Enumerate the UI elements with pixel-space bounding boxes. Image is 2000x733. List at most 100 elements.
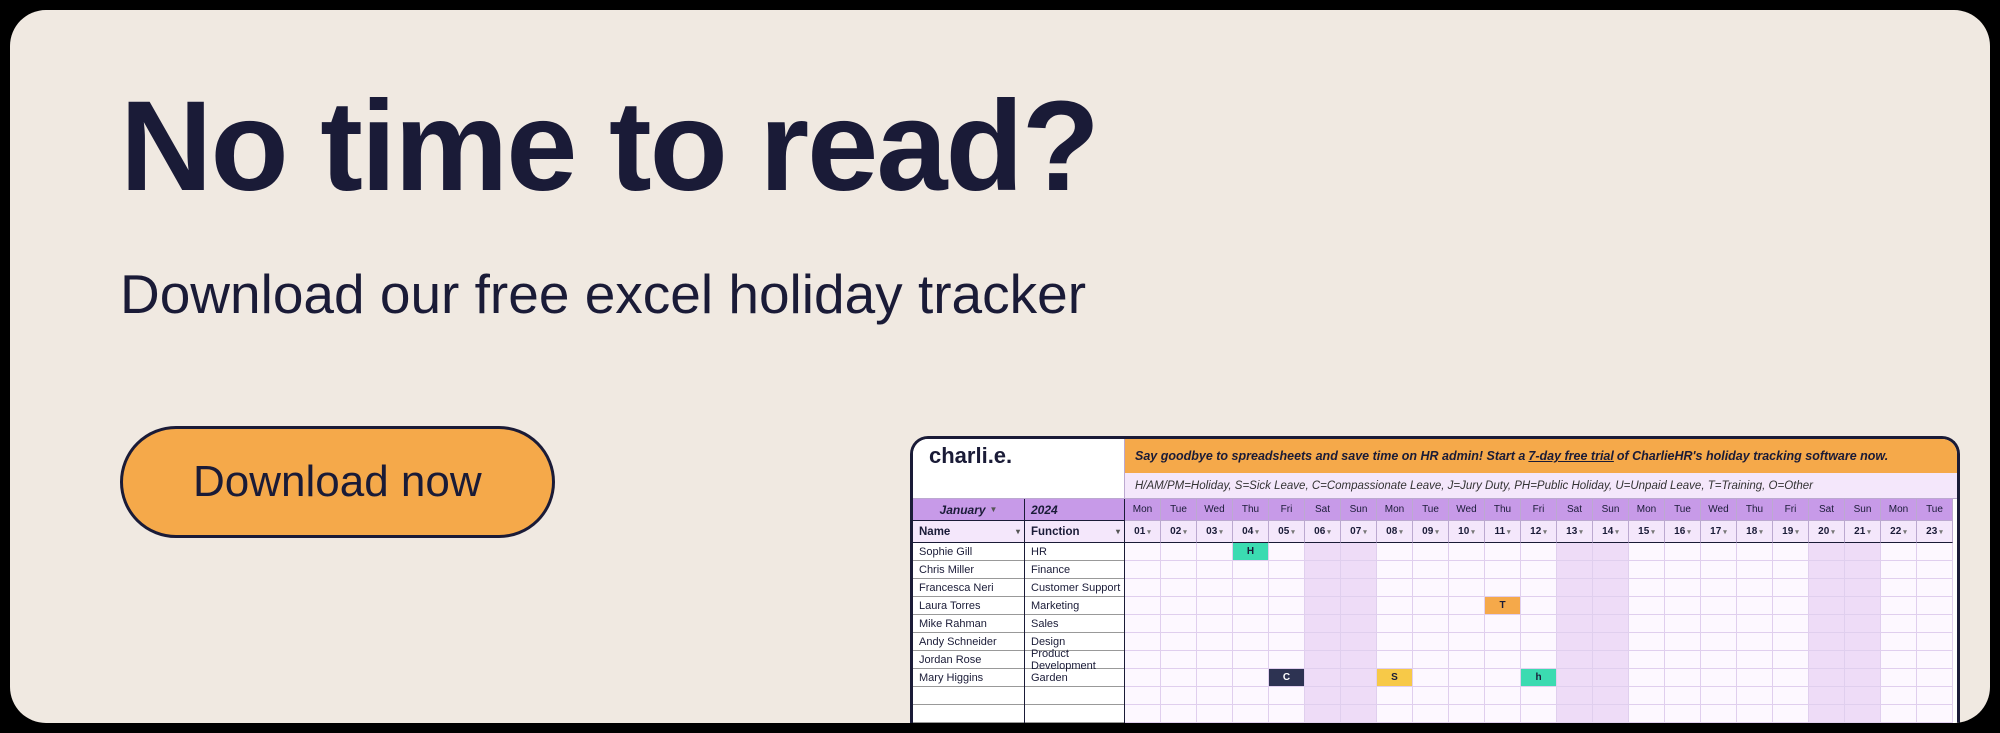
daynum-cell[interactable]: 11▾ bbox=[1485, 521, 1521, 543]
calendar-cell[interactable] bbox=[1305, 561, 1341, 579]
calendar-cell[interactable] bbox=[1881, 705, 1917, 723]
calendar-cell[interactable] bbox=[1413, 705, 1449, 723]
calendar-cell[interactable] bbox=[1737, 543, 1773, 561]
calendar-cell[interactable] bbox=[1629, 579, 1665, 597]
calendar-cell[interactable] bbox=[1341, 615, 1377, 633]
calendar-cell[interactable] bbox=[1665, 615, 1701, 633]
calendar-cell[interactable] bbox=[1737, 669, 1773, 687]
calendar-cell[interactable] bbox=[1845, 615, 1881, 633]
calendar-cell[interactable]: H bbox=[1233, 543, 1269, 561]
daynum-cell[interactable]: 12▾ bbox=[1521, 521, 1557, 543]
calendar-cell[interactable] bbox=[1701, 687, 1737, 705]
calendar-cell[interactable]: C bbox=[1269, 669, 1305, 687]
name-header[interactable]: Name ▾ bbox=[913, 521, 1024, 543]
calendar-cell[interactable] bbox=[1701, 597, 1737, 615]
calendar-cell[interactable] bbox=[1629, 633, 1665, 651]
calendar-cell[interactable] bbox=[1341, 705, 1377, 723]
calendar-cell[interactable] bbox=[1737, 687, 1773, 705]
calendar-cell[interactable] bbox=[1413, 597, 1449, 615]
calendar-cell[interactable] bbox=[1485, 705, 1521, 723]
calendar-cell[interactable] bbox=[1629, 561, 1665, 579]
calendar-cell[interactable] bbox=[1665, 687, 1701, 705]
daynum-cell[interactable]: 15▾ bbox=[1629, 521, 1665, 543]
calendar-cell[interactable] bbox=[1341, 579, 1377, 597]
calendar-cell[interactable] bbox=[1305, 579, 1341, 597]
calendar-cell[interactable] bbox=[1665, 669, 1701, 687]
calendar-cell[interactable] bbox=[1125, 633, 1161, 651]
calendar-cell[interactable] bbox=[1701, 579, 1737, 597]
calendar-cell[interactable] bbox=[1701, 651, 1737, 669]
calendar-cell[interactable] bbox=[1269, 705, 1305, 723]
calendar-cell[interactable] bbox=[1809, 687, 1845, 705]
calendar-cell[interactable] bbox=[1125, 561, 1161, 579]
calendar-cell[interactable] bbox=[1161, 633, 1197, 651]
calendar-cell[interactable] bbox=[1737, 597, 1773, 615]
calendar-cell[interactable] bbox=[1485, 669, 1521, 687]
calendar-cell[interactable]: S bbox=[1377, 669, 1413, 687]
calendar-cell[interactable] bbox=[1233, 651, 1269, 669]
calendar-cell[interactable] bbox=[1485, 615, 1521, 633]
daynum-cell[interactable]: 22▾ bbox=[1881, 521, 1917, 543]
calendar-cell[interactable] bbox=[1665, 543, 1701, 561]
calendar-cell[interactable] bbox=[1737, 651, 1773, 669]
calendar-cell[interactable] bbox=[1557, 669, 1593, 687]
calendar-cell[interactable] bbox=[1233, 687, 1269, 705]
daynum-cell[interactable]: 01▾ bbox=[1125, 521, 1161, 543]
calendar-cell[interactable] bbox=[1593, 579, 1629, 597]
calendar-cell[interactable] bbox=[1917, 543, 1953, 561]
calendar-cell[interactable] bbox=[1773, 669, 1809, 687]
calendar-cell[interactable] bbox=[1413, 633, 1449, 651]
daynum-cell[interactable]: 06▾ bbox=[1305, 521, 1341, 543]
calendar-cell[interactable] bbox=[1629, 597, 1665, 615]
calendar-cell[interactable] bbox=[1557, 597, 1593, 615]
calendar-cell[interactable] bbox=[1125, 687, 1161, 705]
calendar-cell[interactable] bbox=[1125, 579, 1161, 597]
calendar-cell[interactable] bbox=[1737, 705, 1773, 723]
calendar-cell[interactable] bbox=[1341, 561, 1377, 579]
calendar-cell[interactable] bbox=[1521, 687, 1557, 705]
calendar-cell[interactable] bbox=[1629, 705, 1665, 723]
calendar-cell[interactable] bbox=[1485, 579, 1521, 597]
calendar-cell[interactable] bbox=[1161, 669, 1197, 687]
daynum-cell[interactable]: 17▾ bbox=[1701, 521, 1737, 543]
daynum-cell[interactable]: 13▾ bbox=[1557, 521, 1593, 543]
calendar-cell[interactable] bbox=[1485, 651, 1521, 669]
calendar-cell[interactable] bbox=[1305, 633, 1341, 651]
calendar-cell[interactable] bbox=[1413, 615, 1449, 633]
calendar-cell[interactable] bbox=[1665, 633, 1701, 651]
calendar-cell[interactable] bbox=[1449, 669, 1485, 687]
calendar-cell[interactable] bbox=[1449, 579, 1485, 597]
calendar-cell[interactable] bbox=[1737, 615, 1773, 633]
calendar-cell[interactable] bbox=[1737, 633, 1773, 651]
calendar-cell[interactable] bbox=[1413, 669, 1449, 687]
calendar-cell[interactable] bbox=[1845, 543, 1881, 561]
calendar-cell[interactable]: h bbox=[1521, 669, 1557, 687]
calendar-cell[interactable] bbox=[1269, 687, 1305, 705]
calendar-cell[interactable] bbox=[1917, 597, 1953, 615]
calendar-cell[interactable] bbox=[1917, 615, 1953, 633]
daynum-cell[interactable]: 19▾ bbox=[1773, 521, 1809, 543]
calendar-cell[interactable] bbox=[1917, 633, 1953, 651]
calendar-cell[interactable] bbox=[1197, 705, 1233, 723]
calendar-cell[interactable] bbox=[1665, 597, 1701, 615]
calendar-cell[interactable] bbox=[1125, 597, 1161, 615]
calendar-cell[interactable] bbox=[1449, 633, 1485, 651]
calendar-cell[interactable] bbox=[1593, 615, 1629, 633]
calendar-cell[interactable] bbox=[1629, 669, 1665, 687]
calendar-cell[interactable] bbox=[1881, 597, 1917, 615]
calendar-cell[interactable] bbox=[1521, 597, 1557, 615]
calendar-cell[interactable] bbox=[1809, 669, 1845, 687]
daynum-cell[interactable]: 18▾ bbox=[1737, 521, 1773, 543]
calendar-cell[interactable] bbox=[1809, 615, 1845, 633]
calendar-cell[interactable] bbox=[1881, 579, 1917, 597]
calendar-cell[interactable] bbox=[1449, 615, 1485, 633]
calendar-cell[interactable] bbox=[1665, 579, 1701, 597]
calendar-cell[interactable] bbox=[1773, 633, 1809, 651]
calendar-cell[interactable] bbox=[1773, 561, 1809, 579]
calendar-cell[interactable] bbox=[1521, 543, 1557, 561]
calendar-cell[interactable] bbox=[1773, 687, 1809, 705]
calendar-cell[interactable] bbox=[1665, 705, 1701, 723]
calendar-cell[interactable] bbox=[1485, 633, 1521, 651]
download-now-button[interactable]: Download now bbox=[120, 426, 555, 538]
calendar-cell[interactable] bbox=[1413, 543, 1449, 561]
